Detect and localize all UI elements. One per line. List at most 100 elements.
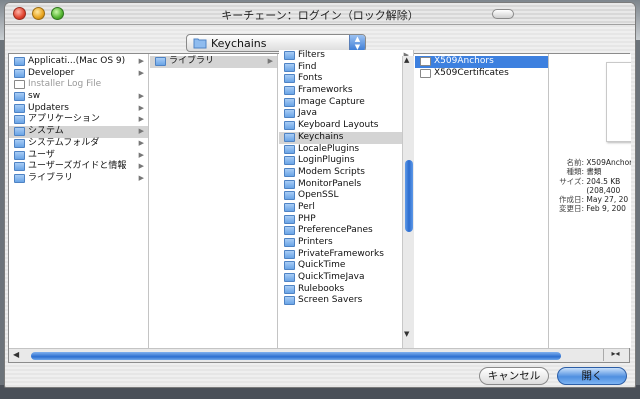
browser-item[interactable]: Updaters ▶: [9, 103, 148, 115]
disclosure-arrow-icon: ▶: [138, 162, 144, 171]
browser-item[interactable]: Keyboard Layouts▶: [279, 120, 413, 132]
disclosure-arrow-icon: ▶: [138, 103, 144, 112]
browser-item[interactable]: ライブラリ ▶: [150, 56, 277, 68]
file-info-value: 書類: [584, 167, 602, 177]
document-preview-icon: [606, 62, 631, 142]
browser-item[interactable]: MonitorPanels▶: [279, 179, 413, 191]
browser-item-label: アプリケーション: [28, 114, 100, 125]
folder-icon: [284, 132, 295, 142]
folder-icon: [284, 202, 295, 212]
browser-item[interactable]: Fonts▶: [279, 73, 413, 85]
file-info-row: 変更日: Feb 9, 200: [552, 204, 631, 213]
vertical-scroll-thumb[interactable]: [405, 160, 413, 232]
browser-item[interactable]: QuickTimeJava▶: [279, 272, 413, 284]
disclosure-arrow-icon: ▶: [138, 138, 144, 147]
browser-item[interactable]: QuickTime▶: [279, 260, 413, 272]
browser-item-label: PHP: [298, 213, 316, 224]
scroll-up-icon[interactable]: ▲: [404, 56, 409, 64]
disclosure-arrow-icon: ▶: [138, 150, 144, 159]
toolbar-toggle-button[interactable]: [492, 9, 514, 19]
open-dialog: キーチェーン：ログイン（ロック解除） Keychains ▲ ▼ Applicat…: [4, 2, 636, 388]
browser-item[interactable]: LoginPlugins▶: [279, 155, 413, 167]
browser-item-label: X509Anchors: [434, 56, 494, 66]
browser-item[interactable]: Developer ▶: [9, 68, 148, 80]
browser-item-label: Applicati...(Mac OS 9): [28, 56, 126, 66]
folder-icon: [284, 214, 295, 224]
browser-item[interactable]: Rulebooks▶: [279, 284, 413, 296]
folder-icon: [14, 68, 25, 78]
browser-item[interactable]: Installer Log File: [9, 79, 148, 91]
browser-item-label: sw: [28, 91, 41, 102]
browser-item-label: ライブラリ: [28, 172, 74, 183]
browser-item[interactable]: PHP▶: [279, 214, 413, 226]
disclosure-arrow-icon: ▶: [138, 68, 144, 77]
browser-item[interactable]: sw ▶: [9, 91, 148, 103]
file-info-row: サイズ: 204.5 KB: [552, 177, 631, 186]
folder-icon: [284, 249, 295, 259]
browser-item[interactable]: Filters ▶: [279, 50, 413, 62]
browser-item[interactable]: Printers▶: [279, 237, 413, 249]
browser-item[interactable]: Screen Savers▶: [279, 295, 413, 307]
folder-icon: [284, 179, 295, 189]
browser-item[interactable]: Applicati...(Mac OS 9) ▶: [9, 56, 148, 68]
browser-item[interactable]: PrivateFrameworks▶: [279, 249, 413, 261]
browser-item[interactable]: ライブラリ ▶: [9, 173, 148, 185]
browser-item[interactable]: アプリケーション ▶: [9, 114, 148, 126]
browser-item[interactable]: Find▶: [279, 62, 413, 74]
browser-item[interactable]: システム ▶: [9, 126, 148, 138]
browser-item[interactable]: LocalePlugins▶: [279, 144, 413, 156]
browser-item-label: OpenSSL: [298, 190, 339, 201]
browser-column-2[interactable]: ライブラリ ▶: [150, 54, 278, 348]
browser-item-label: LocalePlugins: [298, 143, 360, 154]
window-title: キーチェーン：ログイン（ロック解除）: [221, 9, 419, 22]
browser-item[interactable]: PreferencePanes▶: [279, 225, 413, 237]
browser-column-1[interactable]: Applicati...(Mac OS 9) ▶ Developer ▶ Install…: [9, 54, 149, 348]
scroll-right-icon[interactable]: ▸◂: [603, 349, 627, 361]
browser-item[interactable]: Keychains▶: [279, 131, 413, 144]
disclosure-arrow-icon: ▶: [267, 57, 273, 65]
browser-item-label: Java: [298, 108, 318, 119]
disclosure-arrow-icon: ▶: [138, 173, 144, 182]
browser-item-label: Perl: [298, 201, 315, 212]
horizontal-scrollbar[interactable]: ◀ ▸◂: [9, 348, 629, 362]
browser-item[interactable]: Modem Scripts▶: [279, 167, 413, 179]
folder-icon: [284, 62, 295, 72]
file-info-row: 種類: 書類: [552, 167, 631, 176]
library-folder-icon: [14, 173, 25, 183]
browser-item-label: Modem Scripts: [298, 166, 365, 177]
browser-item-label: X509Certificates: [434, 67, 509, 78]
file-info-value: X509Anchors: [584, 158, 631, 167]
browser-item[interactable]: Java▶: [279, 108, 413, 120]
browser-item[interactable]: X509Certificates: [415, 68, 548, 80]
scroll-left-icon[interactable]: ◀: [13, 350, 19, 359]
browser-column-3[interactable]: Filters▶Find▶Fonts▶Frameworks▶Image Capt…: [279, 50, 414, 344]
file-info-row: 名前: X509Anchors: [552, 158, 631, 167]
browser-column-4[interactable]: X509Anchors X509Certificates: [415, 54, 549, 348]
browser-item[interactable]: ユーザーズガイドと情報 ▶: [9, 161, 148, 173]
folder-icon: [193, 38, 207, 49]
browser-item[interactable]: Frameworks▶: [279, 85, 413, 97]
folder-icon: [284, 156, 295, 166]
browser-item[interactable]: OpenSSL▶: [279, 190, 413, 202]
folder-icon: [284, 191, 295, 201]
file-info-key: 変更日:: [558, 204, 584, 214]
browser-item-label: ユーザーズガイドと情報: [28, 161, 127, 172]
file-info-key: 種類:: [566, 167, 584, 177]
browser-item[interactable]: ユーザ ▶: [9, 150, 148, 162]
folder-icon: [284, 261, 295, 271]
horizontal-scroll-thumb[interactable]: [31, 352, 561, 360]
scroll-down-icon[interactable]: ▼: [404, 330, 409, 338]
users-folder-icon: [14, 150, 25, 160]
browser-item-label: システムフォルダ: [28, 137, 100, 148]
column-3-vertical-scrollbar[interactable]: ▲ ▼: [402, 56, 414, 348]
title-bar[interactable]: キーチェーン：ログイン（ロック解除）: [5, 3, 635, 25]
browser-item[interactable]: Image Capture▶: [279, 97, 413, 109]
file-info: 名前: X509Anchors 種類: 書類 サイズ: 204.5 KB (208,…: [552, 158, 631, 214]
browser-item[interactable]: システムフォルダ ▶: [9, 138, 148, 150]
browser-item[interactable]: X509Anchors: [415, 56, 548, 68]
disclosure-arrow-icon: ▶: [138, 92, 144, 101]
cancel-button[interactable]: キャンセル: [479, 367, 549, 385]
browser-item[interactable]: Perl▶: [279, 202, 413, 214]
open-button[interactable]: 開く: [557, 367, 627, 385]
folder-icon: [284, 144, 295, 154]
